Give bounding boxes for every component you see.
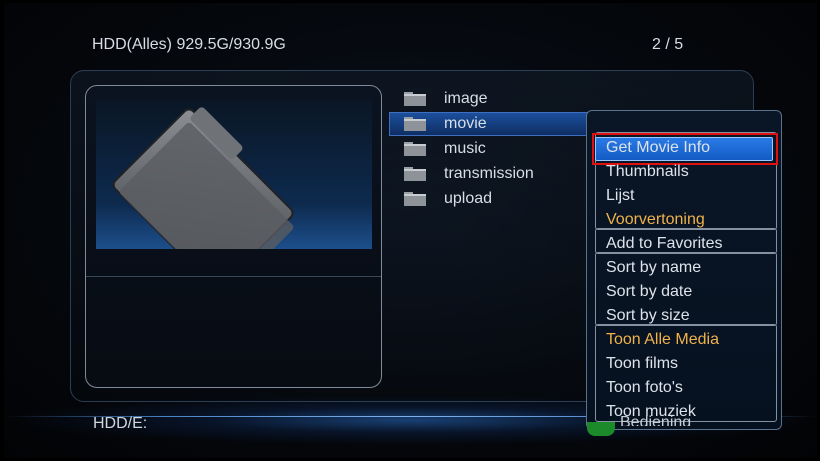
menu-item-add-to-favorites[interactable]: Add to Favorites [606,233,723,255]
menu-item-voorvertoning[interactable]: Voorvertoning [606,209,705,231]
folder-icon [404,166,426,181]
controls-hint: Bediening [620,414,692,426]
file-item-label: upload [444,189,493,207]
page-indicator: 2 / 5 [652,36,684,53]
folder-icon [404,191,426,206]
storage-info-title: HDD(Alles) 929.5G/930.9G [92,36,286,53]
file-item-label: music [444,139,486,157]
drive-label: HDD/E: [93,415,148,432]
menu-item-toon-foto-s[interactable]: Toon foto's [606,377,683,399]
file-item-music[interactable]: music [404,136,594,161]
file-item-transmission[interactable]: transmission [404,161,594,186]
file-item-label: image [444,89,488,107]
file-item-label: movie [444,114,487,132]
menu-item-lijst[interactable]: Lijst [606,185,634,207]
menu-item-sort-by-date[interactable]: Sort by date [606,281,692,303]
preview-panel [85,85,382,388]
file-item-label: transmission [444,164,534,182]
file-item-image[interactable]: image [404,86,594,111]
context-menu: Get Movie Info Thumbnails Lijst Voorvertoni… [586,110,782,430]
menu-item-thumbnails[interactable]: Thumbnails [606,161,689,183]
folder-icon [404,91,426,106]
media-player-screen: HDD(Alles) 929.5G/930.9G 2 / 5 image mov… [4,3,817,458]
folder-icon [404,116,426,131]
menu-item-toon-alle-media[interactable]: Toon Alle Media [606,329,719,351]
green-button-icon [587,422,615,436]
file-item-movie[interactable]: movie [389,111,631,136]
folder-preview-icon [96,99,372,297]
file-item-upload[interactable]: upload [404,186,594,211]
file-list: image movie music transmission upload [389,86,631,211]
menu-item-toon-films[interactable]: Toon films [606,353,678,375]
folder-icon [404,141,426,156]
menu-item-sort-by-size[interactable]: Sort by size [606,305,690,327]
menu-item-get-movie-info[interactable]: Get Movie Info [606,137,710,159]
preview-divider [86,276,381,277]
menu-item-sort-by-name[interactable]: Sort by name [606,257,701,279]
